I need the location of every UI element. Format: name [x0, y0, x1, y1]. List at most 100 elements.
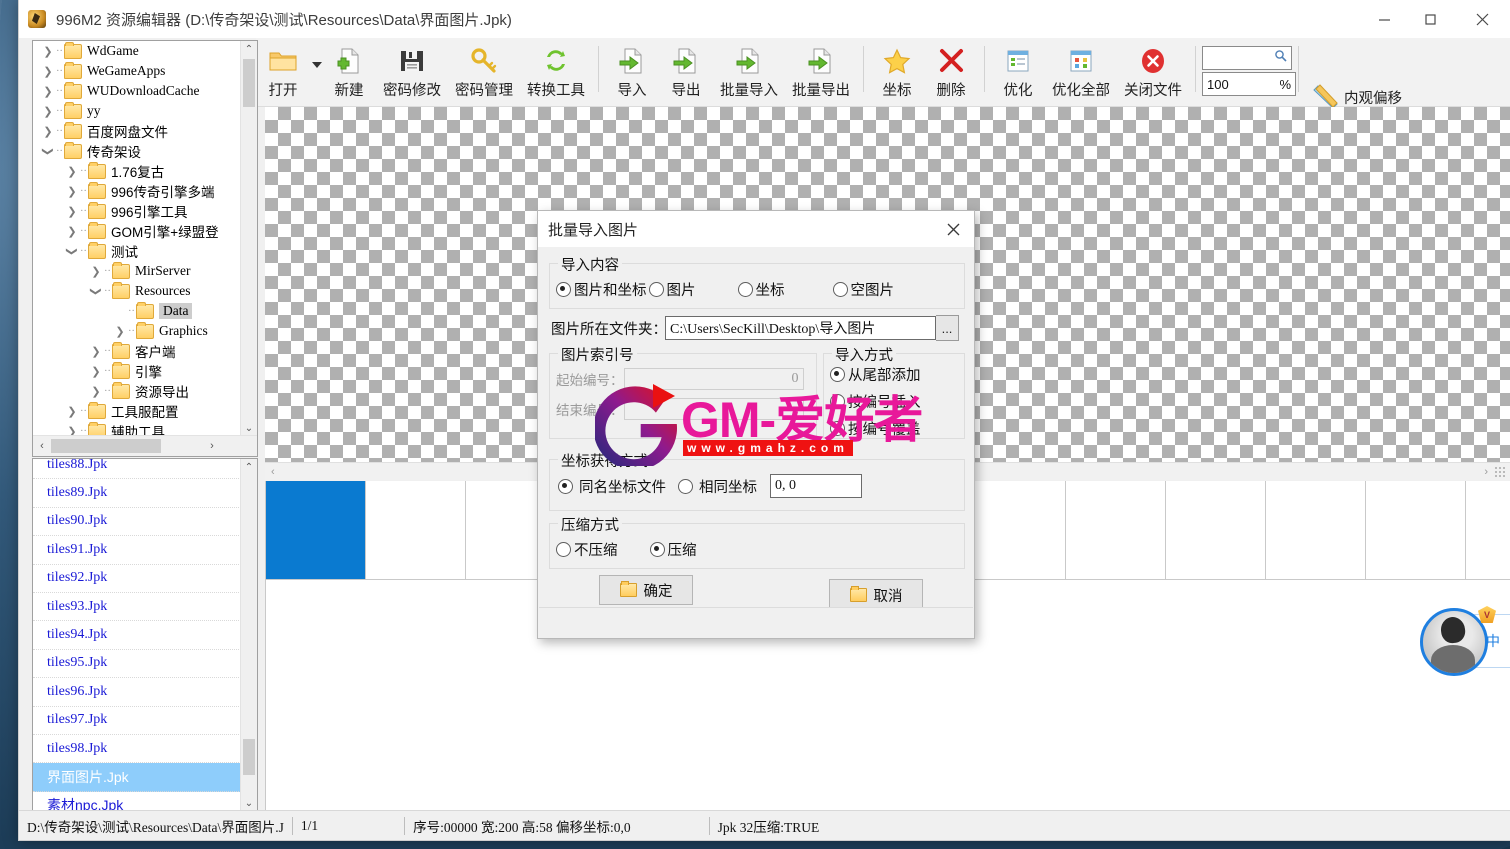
- tree-item[interactable]: ❯ ·· 工具服配置: [33, 401, 241, 421]
- tree-item[interactable]: ❯ ·· yy: [33, 101, 241, 121]
- end-index-input[interactable]: [623, 398, 804, 420]
- tree-item[interactable]: ❯ ·· WUDownloadCache: [33, 81, 241, 101]
- tree-item[interactable]: ❯ ·· 辅助工具: [33, 421, 241, 436]
- toolbar-export-button[interactable]: 导出: [659, 38, 713, 110]
- dialog-ok-button[interactable]: 确定: [599, 575, 693, 605]
- radio-image-and-coord[interactable]: 图片和坐标: [556, 279, 647, 300]
- chevron-right-icon[interactable]: ❯: [65, 165, 79, 178]
- file-list-item[interactable]: tiles98.Jpk: [33, 735, 241, 764]
- toolbar-coordinate-button[interactable]: 坐标: [870, 38, 924, 110]
- tree-item[interactable]: ❯ ·· 996引擎工具: [33, 201, 241, 221]
- chevron-right-icon[interactable]: ❯: [41, 45, 55, 58]
- tile-cell[interactable]: [966, 481, 1066, 579]
- tree-item[interactable]: ❯ ·· MirServer: [33, 261, 241, 281]
- tree-item[interactable]: ❯ ·· 1.76复古: [33, 161, 241, 181]
- folder-tree-panel[interactable]: ❯ ·· WdGame ❯ ·· WeGameApps ❯ ·· WUDownloadCache…: [32, 40, 258, 457]
- chevron-right-icon[interactable]: ❯: [41, 125, 55, 138]
- tree-vertical-scrollbar[interactable]: ⌃ ⌄: [240, 41, 257, 436]
- file-list-item[interactable]: tiles92.Jpk: [33, 565, 241, 593]
- radio-insert-by-index[interactable]: 按编号插入: [830, 391, 921, 412]
- tree-item[interactable]: ·· Data: [33, 301, 241, 321]
- coord-value-input[interactable]: 0, 0: [770, 474, 862, 498]
- chevron-right-icon[interactable]: ❯: [41, 65, 55, 78]
- radio-same-name-coord-file[interactable]: 同名坐标文件: [558, 476, 666, 497]
- toolbar-open-button[interactable]: 打开: [256, 38, 310, 110]
- chevron-right-icon[interactable]: ❯: [65, 405, 79, 418]
- zoom-percent-field[interactable]: 100 %: [1202, 72, 1296, 96]
- chevron-down-icon[interactable]: [312, 62, 322, 68]
- chevron-right-icon[interactable]: ❯: [65, 225, 79, 238]
- chevron-right-icon[interactable]: ❯: [89, 365, 103, 378]
- radio-empty-image[interactable]: 空图片: [832, 279, 894, 300]
- toolbar-new-button[interactable]: 新建: [322, 38, 376, 110]
- tile-cell-selected[interactable]: [266, 481, 366, 579]
- radio-image-only[interactable]: 图片: [648, 279, 696, 300]
- toolbar-import-button[interactable]: 导入: [605, 38, 659, 110]
- chevron-down-icon[interactable]: ❯: [66, 244, 79, 258]
- tree-item[interactable]: ❯ ·· 测试: [33, 241, 241, 261]
- start-index-input[interactable]: 0: [623, 368, 804, 390]
- tile-cell[interactable]: [1166, 481, 1266, 579]
- tile-cell[interactable]: [1366, 481, 1466, 579]
- chevron-right-icon[interactable]: ❯: [65, 205, 79, 218]
- tree-item[interactable]: ❯ ·· Graphics: [33, 321, 241, 341]
- toolbar-optimize-button[interactable]: 优化: [991, 38, 1045, 110]
- file-list-item-selected[interactable]: 界面图片.Jpk: [33, 763, 241, 792]
- tree-item[interactable]: ❯ ·· 百度网盘文件: [33, 121, 241, 141]
- tree-item[interactable]: ❯ ·· 资源导出: [33, 381, 241, 401]
- toolbar-batch-import-button[interactable]: 批量导入: [713, 38, 785, 110]
- toolbar-password-manage-button[interactable]: 密码管理: [448, 38, 520, 110]
- tree-item[interactable]: ❯ ·· Resources: [33, 281, 241, 301]
- tree-item[interactable]: ❯ ·· 传奇架设: [33, 141, 241, 161]
- toolbar-optimize-all-button[interactable]: 优化全部: [1045, 38, 1117, 110]
- folder-path-input[interactable]: C:\Users\SecKill\Desktop\导入图片: [665, 316, 936, 340]
- chevron-right-icon[interactable]: ❯: [41, 105, 55, 118]
- chevron-right-icon[interactable]: ❯: [41, 85, 55, 98]
- radio-same-coord[interactable]: 相同坐标: [678, 476, 757, 497]
- file-list[interactable]: tiles88.Jpk tiles89.Jpk tiles90.Jpk tiles91…: [33, 459, 241, 811]
- tree-scroll-right-icon[interactable]: ›: [203, 440, 221, 452]
- radio-no-compress[interactable]: 不压缩: [556, 539, 618, 560]
- tree-hscroll-thumb[interactable]: [51, 439, 161, 453]
- chevron-right-icon[interactable]: ❯: [89, 385, 103, 398]
- radio-overwrite-by-index[interactable]: 按编号覆盖: [830, 418, 921, 439]
- tree-item[interactable]: ❯ ·· WdGame: [33, 41, 241, 61]
- tree-scroll-down-icon[interactable]: ⌄: [241, 420, 257, 436]
- chevron-right-icon[interactable]: ❯: [113, 325, 127, 338]
- chevron-down-icon[interactable]: ❯: [90, 284, 103, 298]
- tree-item[interactable]: ❯ ·· 996传奇引擎多端: [33, 181, 241, 201]
- file-list-item[interactable]: tiles94.Jpk: [33, 621, 241, 650]
- file-list-panel[interactable]: tiles88.Jpk tiles89.Jpk tiles90.Jpk tiles91…: [32, 458, 258, 812]
- canvas-scroll-right-icon[interactable]: ›: [1484, 466, 1488, 478]
- search-input[interactable]: [1202, 46, 1292, 70]
- filelist-scroll-thumb[interactable]: [243, 739, 255, 775]
- tree-scroll-thumb[interactable]: [243, 59, 255, 107]
- radio-compress[interactable]: 压缩: [649, 539, 697, 560]
- close-button[interactable]: [1453, 0, 1510, 38]
- file-list-item[interactable]: tiles95.Jpk: [33, 650, 241, 679]
- canvas-scroll-left-icon[interactable]: ‹: [271, 466, 275, 478]
- floating-avatar-widget[interactable]: 中 V: [1402, 600, 1510, 690]
- dialog-close-button[interactable]: [932, 211, 974, 247]
- file-list-item[interactable]: tiles93.Jpk: [33, 593, 241, 622]
- maximize-button[interactable]: [1407, 0, 1453, 38]
- chevron-down-icon[interactable]: ❯: [42, 144, 55, 158]
- file-list-item[interactable]: tiles89.Jpk: [33, 479, 241, 508]
- toolbar-password-change-button[interactable]: 密码修改: [376, 38, 448, 110]
- tile-cell[interactable]: [366, 481, 466, 579]
- resize-grip-icon[interactable]: [1494, 466, 1505, 477]
- toolbar-convert-button[interactable]: 转换工具: [520, 38, 592, 110]
- file-list-item[interactable]: 素材npc.Jpk: [33, 792, 241, 811]
- file-list-item[interactable]: tiles97.Jpk: [33, 707, 241, 735]
- toolbar-batch-export-button[interactable]: 批量导出: [785, 38, 857, 110]
- folder-tree-list[interactable]: ❯ ·· WdGame ❯ ·· WeGameApps ❯ ·· WUDownloadCache…: [33, 41, 241, 436]
- toolbar-delete-button[interactable]: 删除: [924, 38, 978, 110]
- tree-scroll-up-icon[interactable]: ⌃: [241, 41, 257, 57]
- tile-cell[interactable]: [1066, 481, 1166, 579]
- tree-item[interactable]: ❯ ·· 引擎: [33, 361, 241, 381]
- toolbar-close-file-button[interactable]: 关闭文件: [1117, 38, 1189, 110]
- file-list-item[interactable]: tiles96.Jpk: [33, 678, 241, 707]
- radio-coord-only[interactable]: 坐标: [737, 279, 785, 300]
- tree-item[interactable]: ❯ ·· GOM引擎+绿盟登: [33, 221, 241, 241]
- radio-append-to-end[interactable]: 从尾部添加: [830, 364, 921, 385]
